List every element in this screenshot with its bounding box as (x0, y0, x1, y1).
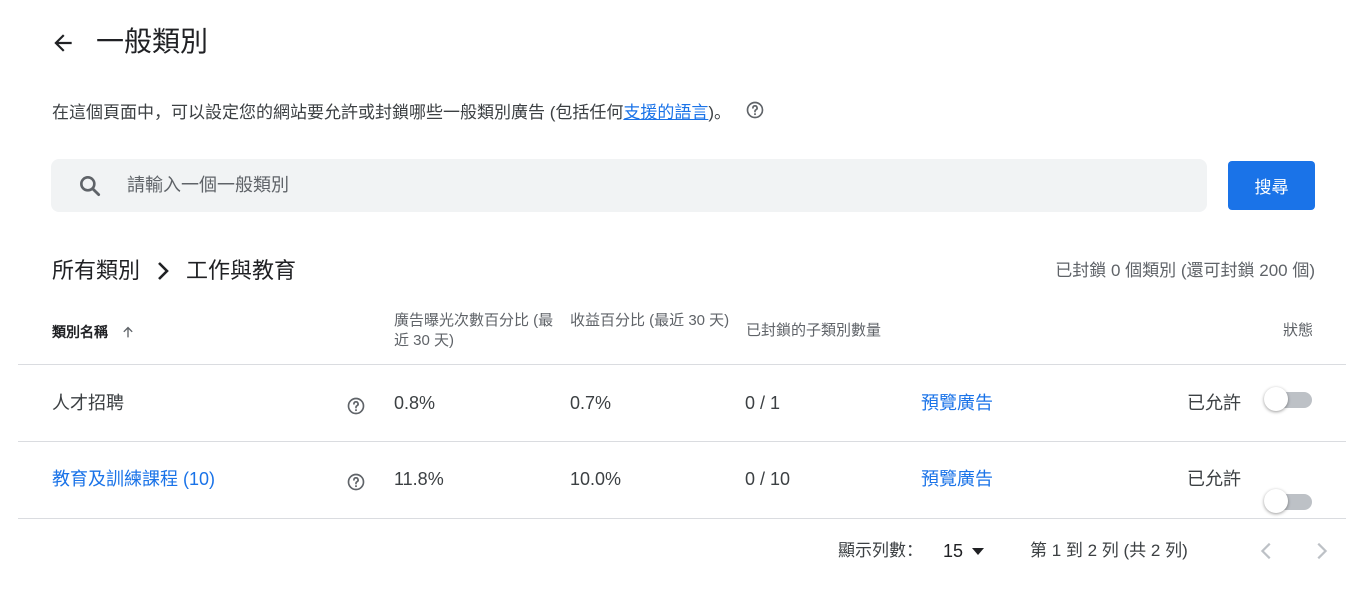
revenue-value: 0.7% (570, 393, 612, 413)
impressions-value: 11.8% (394, 469, 444, 489)
caret-down-icon (971, 546, 985, 556)
previous-page-button[interactable] (1253, 537, 1281, 565)
column-header-blocked-subcategories: 已封鎖的子類別數量 (746, 322, 882, 339)
search-input[interactable] (127, 170, 1127, 201)
blocked-subcategories-value: 0 / 10 (745, 469, 791, 489)
preview-ads-link[interactable]: 預覽廣告 (921, 391, 993, 415)
category-name-link[interactable]: 教育及訓練課程 (10) (52, 467, 215, 491)
column-header-revenue[interactable]: 收益百分比 (最近 30 天) (570, 311, 730, 331)
status-label: 已允許 (1187, 469, 1241, 489)
column-header-status: 狀態 (1282, 322, 1313, 339)
breadcrumb-root[interactable]: 所有類別 (52, 256, 140, 286)
rows-per-page-value: 15 (943, 541, 964, 561)
rows-per-page-label: 顯示列數： (838, 541, 923, 560)
status-label: 已允許 (1187, 393, 1241, 413)
chevron-right-icon (154, 260, 172, 282)
blocked-subcategories-value: 0 / 1 (745, 393, 781, 413)
page-description: 在這個頁面中，可以設定您的網站要允許或封鎖哪些一般類別廣告 (包括任何 支援的語言… (52, 100, 765, 126)
arrow-up-icon[interactable] (120, 324, 136, 340)
pagination-range: 第 1 到 2 列 (共 2 列) (1030, 541, 1188, 560)
breadcrumb: 所有類別 工作與教育 (52, 256, 296, 286)
chevron-left-icon (1260, 542, 1271, 560)
description-text-end: )。 (708, 103, 732, 122)
toggle-knob (1264, 387, 1288, 411)
divider (18, 518, 1346, 519)
impressions-value: 0.8% (394, 393, 436, 413)
page-title: 一般類別 (96, 26, 209, 57)
divider (18, 364, 1346, 365)
supported-languages-link[interactable]: 支援的語言 (623, 102, 708, 124)
allow-toggle[interactable] (1264, 386, 1314, 412)
search-button[interactable]: 搜尋 (1228, 161, 1315, 210)
column-header-name-label: 類別名稱 (52, 324, 108, 340)
column-header-name[interactable]: 類別名稱 (52, 322, 136, 342)
back-button[interactable] (48, 28, 78, 58)
rows-per-page-select[interactable]: 15 (943, 539, 985, 563)
category-name: 人才招聘 (52, 393, 124, 413)
chevron-right-icon (1317, 542, 1328, 560)
search-icon (77, 173, 103, 199)
divider (18, 441, 1346, 442)
breadcrumb-current: 工作與教育 (186, 258, 297, 283)
blocked-count-summary: 已封鎖 0 個類別 (還可封鎖 200 個) (1055, 261, 1315, 280)
toggle-knob (1264, 489, 1288, 513)
revenue-value: 10.0% (570, 469, 622, 489)
search-bar (51, 159, 1207, 212)
preview-ads-link[interactable]: 預覽廣告 (921, 467, 993, 491)
next-page-button[interactable] (1307, 537, 1335, 565)
allow-toggle[interactable] (1264, 488, 1314, 514)
column-header-impressions[interactable]: 廣告曝光次數百分比 (最近 30 天) (394, 311, 554, 351)
help-icon[interactable] (745, 100, 765, 126)
arrow-back-icon (54, 34, 72, 52)
help-icon[interactable] (346, 472, 366, 492)
help-icon[interactable] (346, 396, 366, 416)
description-text: 在這個頁面中，可以設定您的網站要允許或封鎖哪些一般類別廣告 (包括任何 (52, 103, 624, 122)
